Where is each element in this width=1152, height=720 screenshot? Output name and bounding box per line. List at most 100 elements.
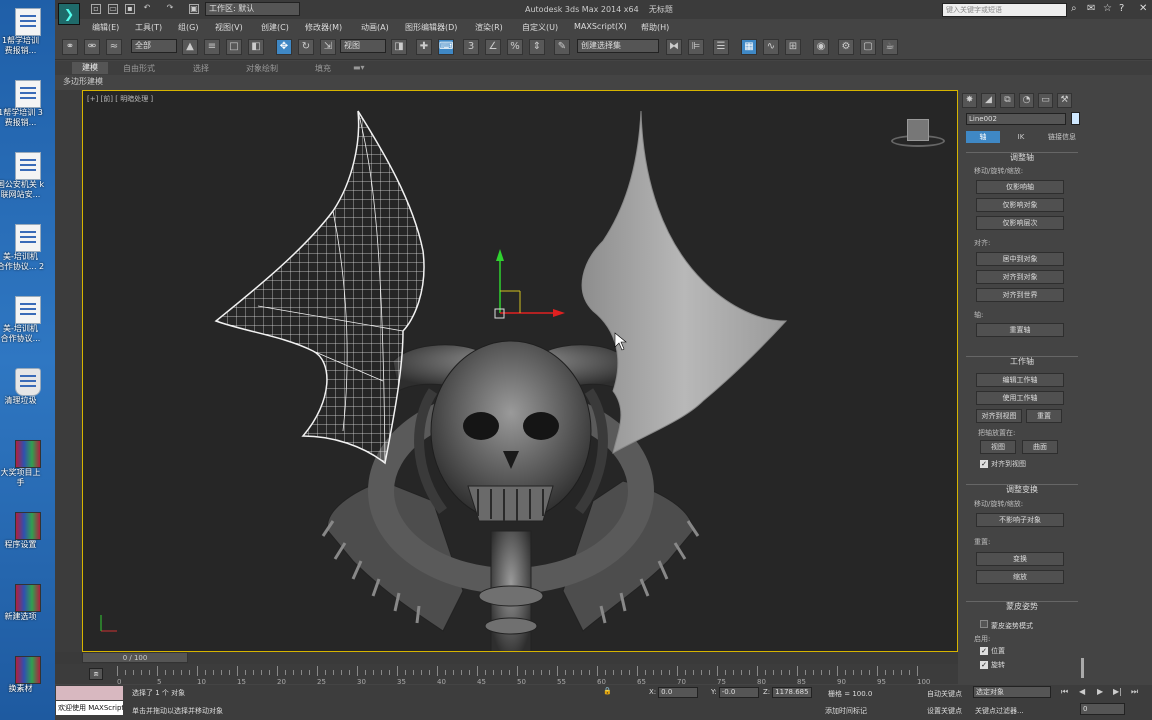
lock-icon[interactable]: 🔒	[603, 687, 612, 695]
hierarchy-tab-icon[interactable]: ⧉	[1000, 93, 1015, 108]
rollout-skin-pose[interactable]: 蒙皮姿势	[966, 601, 1078, 612]
desktop-icon[interactable]: 换素材	[0, 656, 55, 694]
rotation-checkbox[interactable]: ✓ 旋转	[980, 660, 1005, 670]
menu-item[interactable]: 自定义(U)	[522, 22, 558, 33]
current-frame-field[interactable]: 0	[1080, 703, 1125, 715]
render-frame-icon[interactable]: ▢	[860, 39, 876, 55]
edit-working-pivot-button[interactable]: 编辑工作轴	[976, 373, 1064, 387]
schematic-view-icon[interactable]: ⊞	[785, 39, 801, 55]
menu-item[interactable]: 图形编辑器(D)	[405, 22, 457, 33]
align-icon[interactable]: ⊫	[688, 39, 704, 55]
ribbon-tab[interactable]: 自由形式	[123, 63, 155, 74]
dont-affect-children-button[interactable]: 不影响子对象	[976, 513, 1064, 527]
ribbon-tab[interactable]: 建模	[72, 62, 108, 74]
motion-tab-icon[interactable]: ◔	[1019, 93, 1034, 108]
redo-icon[interactable]: ↷	[165, 4, 175, 14]
x-coord-value[interactable]: 0.0	[658, 687, 699, 698]
selection-filter-dropdown[interactable]: 全部	[131, 39, 177, 53]
named-selection-dropdown[interactable]: 创建选择集	[577, 39, 659, 53]
app-logo-icon[interactable]: ❯	[58, 3, 80, 25]
desktop-icon[interactable]: 清理垃圾	[0, 368, 55, 406]
subtab-link-info[interactable]: 链接信息	[1042, 131, 1082, 143]
desktop-icon[interactable]: 1帮学培训 3 费报销...	[0, 80, 55, 128]
affect-object-only-button[interactable]: 仅影响对象	[976, 198, 1064, 212]
bind-spacewarp-icon[interactable]: ≈	[106, 39, 122, 55]
align-to-view-checkbox[interactable]: ✓ 对齐到视图	[980, 459, 1026, 469]
position-checkbox[interactable]: ✓ 位置	[980, 646, 1005, 656]
utilities-tab-icon[interactable]: ⚒	[1057, 93, 1072, 108]
previous-frame-icon[interactable]: ◀	[1079, 687, 1085, 696]
time-slider[interactable]: 0 / 100	[82, 652, 188, 663]
unlink-icon[interactable]: ⚮	[84, 39, 100, 55]
reset-transform-button[interactable]: 变换	[976, 552, 1064, 566]
go-to-end-icon[interactable]: ⏭	[1131, 687, 1138, 697]
rollout-adjust-transform[interactable]: 调整变换	[966, 484, 1078, 495]
desktop-icon[interactable]: 新建选项	[0, 584, 55, 622]
render-setup-icon[interactable]: ⚙	[838, 39, 854, 55]
help-search-input[interactable]: 键入关键字或短语	[942, 3, 1067, 17]
open-file-icon[interactable]: ▭	[108, 4, 118, 14]
save-file-icon[interactable]: ▪	[125, 4, 135, 14]
select-move-icon[interactable]: ✥	[276, 39, 292, 55]
rollout-adjust-pivot[interactable]: 调整轴	[966, 152, 1078, 163]
desktop-icon[interactable]: 美-培训机 合作协议... 2	[0, 224, 55, 272]
z-coord-value[interactable]: 1178.685	[772, 687, 813, 698]
desktop-icon[interactable]: 程序设置	[0, 512, 55, 550]
place-view-button[interactable]: 视图	[980, 440, 1016, 454]
rect-selection-icon[interactable]: □	[226, 39, 242, 55]
select-object-icon[interactable]: ▲	[182, 39, 198, 55]
front-viewport[interactable]: [+] [前] [ 明暗处理 ]	[82, 90, 958, 652]
key-filters-button[interactable]: 关键点过滤器...	[975, 706, 1024, 716]
ribbon-tab[interactable]: 对象绘制	[246, 63, 278, 74]
select-rotate-icon[interactable]: ↻	[298, 39, 314, 55]
create-tab-icon[interactable]: ✸	[962, 93, 977, 108]
desktop-icon[interactable]: 1帮学培训 费报销...	[0, 8, 55, 56]
menu-item[interactable]: 编辑(E)	[92, 22, 119, 33]
close-icon[interactable]: ✕	[1139, 3, 1147, 14]
menu-item[interactable]: 组(G)	[178, 22, 198, 33]
material-editor-icon[interactable]: ◉	[813, 39, 829, 55]
skin-pose-mode-checkbox[interactable]: 蒙皮姿势模式	[980, 620, 1033, 631]
reset-pivot-button[interactable]: 重置轴	[976, 323, 1064, 337]
align-to-world-button[interactable]: 对齐到世界	[976, 288, 1064, 302]
use-working-pivot-button[interactable]: 使用工作轴	[976, 391, 1064, 405]
curve-editor-icon[interactable]: ∿	[763, 39, 779, 55]
favorites-icon[interactable]: ☆	[1103, 3, 1112, 14]
select-scale-icon[interactable]: ⇲	[320, 39, 336, 55]
menu-item[interactable]: 动画(A)	[361, 22, 389, 33]
set-key-button[interactable]: 设置关键点	[927, 706, 962, 716]
reference-coord-dropdown[interactable]: 视图	[340, 39, 386, 53]
ribbon-options-icon[interactable]: ▬▾	[353, 63, 365, 72]
modify-tab-icon[interactable]: ◢	[981, 93, 996, 108]
ribbon-tab[interactable]: 填充	[315, 63, 331, 74]
panel-scrollbar[interactable]	[1081, 658, 1084, 678]
snaps-toggle-icon[interactable]: 3	[463, 39, 479, 55]
desktop-icon[interactable]: 大奖项目上手	[0, 440, 55, 488]
viewcube-icon[interactable]	[907, 119, 929, 141]
x-coord[interactable]: X: 0.0	[649, 687, 699, 698]
layer-manager-icon[interactable]: ☰	[713, 39, 729, 55]
mirror-icon[interactable]: ⧓	[666, 39, 682, 55]
search-icon[interactable]: ⌕	[1071, 3, 1077, 14]
play-icon[interactable]: ▶	[1097, 687, 1103, 696]
object-name-field[interactable]: Line002	[966, 113, 1066, 125]
subtab-ik[interactable]: IK	[1004, 131, 1038, 143]
key-filter-dropdown[interactable]: 选定对象	[973, 686, 1051, 698]
affect-hierarchy-only-button[interactable]: 仅影响层次	[976, 216, 1064, 230]
align-to-object-button[interactable]: 对齐到对象	[976, 270, 1064, 284]
select-by-name-icon[interactable]: ≡	[204, 39, 220, 55]
angle-snap-icon[interactable]: ∠	[485, 39, 501, 55]
affect-pivot-only-button[interactable]: 仅影响轴	[976, 180, 1064, 194]
menu-item[interactable]: MAXScript(X)	[574, 22, 627, 31]
subtab-pivot[interactable]: 轴	[966, 131, 1000, 143]
place-surface-button[interactable]: 曲面	[1022, 440, 1058, 454]
go-to-start-icon[interactable]: ⏮	[1061, 687, 1068, 697]
track-bar[interactable]: ⧈	[55, 664, 958, 684]
help-icon[interactable]: ?	[1119, 3, 1124, 14]
mini-curve-editor-icon[interactable]: ⧈	[89, 668, 103, 680]
z-coord[interactable]: Z: 1178.685	[763, 687, 813, 698]
align-to-view-button[interactable]: 对齐到视图	[976, 409, 1022, 423]
manipulate-icon[interactable]: ✚	[416, 39, 432, 55]
add-time-tag-button[interactable]: 添加时间标记	[825, 706, 867, 716]
object-color-swatch[interactable]	[1071, 112, 1080, 125]
